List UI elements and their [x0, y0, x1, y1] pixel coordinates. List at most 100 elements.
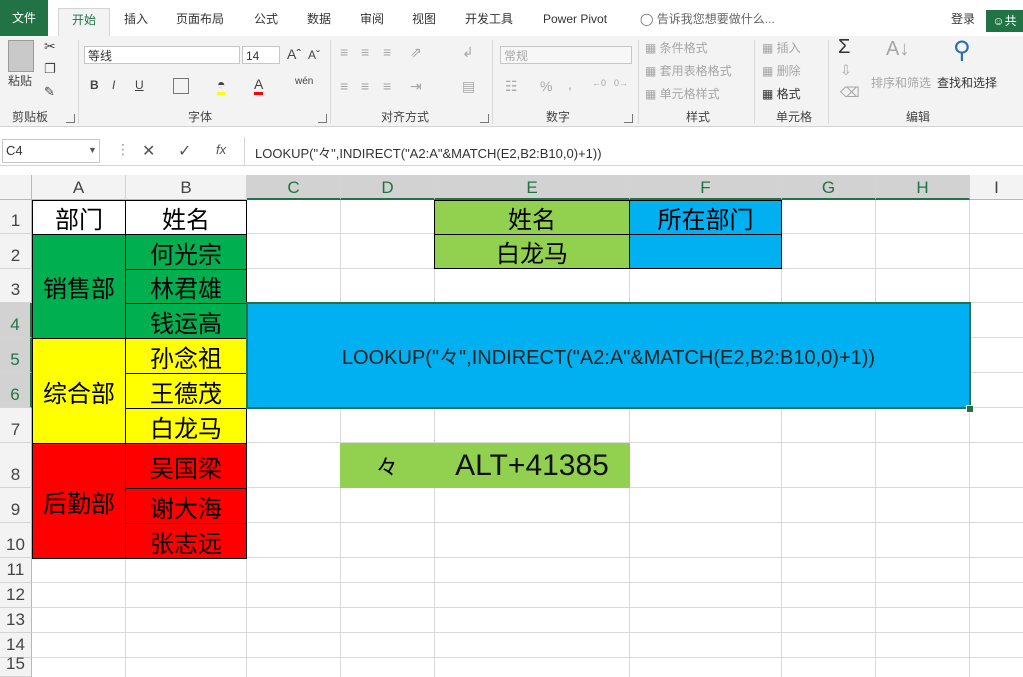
number-launcher-icon[interactable] — [624, 114, 633, 123]
align-top-icon[interactable]: ≡ — [340, 44, 348, 60]
cell-b1[interactable]: 姓名 — [125, 200, 247, 235]
italic-button[interactable]: I — [112, 78, 115, 92]
font-size-select[interactable]: 14 — [242, 46, 280, 64]
clear-icon[interactable]: ⌫ — [840, 84, 860, 101]
fill-icon[interactable]: ⇩ — [840, 62, 852, 79]
cell-e8[interactable]: ALT+41385 — [434, 443, 630, 488]
sum-icon[interactable]: Σ — [838, 36, 850, 59]
row-header-5[interactable]: 5 — [0, 338, 32, 373]
row-header-13[interactable]: 13 — [0, 608, 32, 633]
indent-icon[interactable]: ⇥ — [410, 78, 422, 95]
row-header-9[interactable]: 9 — [0, 488, 32, 523]
tab-insert[interactable]: 插入 — [124, 8, 148, 30]
insert-cells-button[interactable]: ▦ 插入 — [762, 39, 801, 56]
column-header-f[interactable]: F — [630, 175, 782, 200]
merge-center-icon[interactable]: ▤ — [462, 78, 475, 95]
tell-me-box[interactable]: ◯ 告诉我您想要做什么... — [640, 8, 775, 30]
cell-b3[interactable]: 林君雄 — [125, 269, 247, 304]
align-middle-icon[interactable]: ≡ — [361, 44, 369, 60]
tab-file[interactable]: 文件 — [0, 0, 48, 36]
align-bottom-icon[interactable]: ≡ — [383, 44, 391, 60]
cell-e1[interactable]: 姓名 — [434, 200, 630, 235]
fill-color-icon[interactable]: ◓ — [217, 76, 226, 95]
tab-review[interactable]: 审阅 — [360, 8, 384, 30]
enter-icon[interactable]: ✓ — [178, 141, 191, 161]
row-header-11[interactable]: 11 — [0, 558, 32, 583]
cell-b4[interactable]: 钱运高 — [125, 303, 247, 339]
row-header-7[interactable]: 7 — [0, 408, 32, 443]
insert-function-button[interactable]: fx — [216, 142, 226, 157]
column-header-c[interactable]: C — [247, 175, 341, 200]
shrink-font-icon[interactable]: Aˇ — [308, 48, 320, 62]
column-header-b[interactable]: B — [126, 175, 247, 200]
row-header-1[interactable]: 1 — [0, 200, 32, 234]
fill-handle[interactable] — [966, 405, 974, 413]
select-all-corner[interactable] — [0, 175, 32, 200]
cell-b8[interactable]: 吴国梁 — [125, 443, 247, 489]
alignment-launcher-icon[interactable] — [480, 114, 489, 123]
cell-c4-merged-formula[interactable]: LOOKUP("々",INDIRECT("A2:A"&MATCH(E2,B2:B… — [246, 302, 971, 409]
underline-button[interactable]: U — [135, 78, 144, 92]
cell-b5[interactable]: 孙念祖 — [125, 338, 247, 374]
cell-b9[interactable]: 谢大海 — [125, 488, 247, 524]
column-header-d[interactable]: D — [341, 175, 435, 200]
font-color-icon[interactable]: A — [254, 76, 264, 95]
share-button[interactable]: ☺共 — [986, 10, 1023, 32]
cell-b6[interactable]: 王德茂 — [125, 373, 247, 409]
align-center-icon[interactable]: ≡ — [361, 78, 369, 94]
column-header-i[interactable]: I — [970, 175, 1023, 200]
paste-button[interactable]: 粘贴 — [8, 72, 32, 89]
cell-f2[interactable] — [629, 234, 782, 269]
cell-b10[interactable]: 张志远 — [125, 523, 247, 559]
font-launcher-icon[interactable] — [318, 114, 327, 123]
worksheet-grid[interactable]: A B C D E F G H I 1 2 3 4 5 6 7 8 9 10 1… — [0, 175, 1023, 677]
tab-page-layout[interactable]: 页面布局 — [176, 8, 224, 30]
formula-input-area[interactable]: LOOKUP("々",INDIRECT("A2:A"&MATCH(E2,B2:B… — [244, 137, 1023, 165]
grow-font-icon[interactable]: Aˆ — [287, 46, 301, 62]
conditional-format-button[interactable]: ▦ 条件格式 — [645, 39, 708, 56]
cancel-icon[interactable]: ✕ — [142, 141, 155, 161]
formula-input[interactable]: LOOKUP("々",INDIRECT("A2:A"&MATCH(E2,B2:B… — [255, 143, 602, 162]
cell-styles-button[interactable]: ▦ 单元格样式 — [645, 85, 720, 102]
cut-icon[interactable]: ✂ — [44, 38, 56, 55]
row-header-12[interactable]: 12 — [0, 583, 32, 608]
format-as-table-button[interactable]: ▦ 套用表格格式 — [645, 62, 732, 79]
tab-developer[interactable]: 开发工具 — [465, 8, 513, 30]
column-header-e[interactable]: E — [435, 175, 630, 200]
tab-home[interactable]: 开始 — [58, 8, 110, 37]
cell-e2[interactable]: 白龙马 — [434, 234, 630, 269]
decrease-decimal-icon[interactable]: 0→ — [614, 78, 628, 88]
phonetic-button[interactable]: wén — [295, 76, 313, 87]
name-box-dropdown-icon[interactable]: ▼ — [88, 145, 97, 155]
cell-a1[interactable]: 部门 — [32, 200, 126, 235]
column-header-h[interactable]: H — [876, 175, 970, 200]
row-header-15[interactable]: 15 — [0, 654, 32, 677]
number-format-select[interactable]: 常规 — [500, 46, 632, 64]
cell-dept-general[interactable]: 综合部 — [32, 338, 126, 444]
name-box[interactable]: C4 — [2, 139, 100, 163]
delete-cells-button[interactable]: ▦ 删除 — [762, 62, 801, 79]
bold-button[interactable]: B — [90, 78, 99, 92]
cell-f1[interactable]: 所在部门 — [629, 200, 782, 235]
format-cells-button[interactable]: ▦ 格式 — [762, 85, 801, 102]
cell-dept-sales[interactable]: 销售部 — [32, 234, 126, 339]
row-header-8[interactable]: 8 — [0, 443, 32, 488]
row-header-10[interactable]: 10 — [0, 523, 32, 558]
cell-d8[interactable]: 々 — [340, 443, 434, 488]
column-header-g[interactable]: G — [782, 175, 876, 200]
cell-b7[interactable]: 白龙马 — [125, 408, 247, 444]
row-header-6[interactable]: 6 — [0, 373, 32, 408]
percent-button[interactable]: % — [540, 78, 552, 94]
format-painter-icon[interactable]: ✎ — [44, 84, 55, 100]
currency-icon[interactable]: ☷ — [505, 78, 518, 95]
tab-view[interactable]: 视图 — [412, 8, 436, 30]
font-name-select[interactable]: 等线 — [84, 46, 240, 64]
column-header-a[interactable]: A — [32, 175, 126, 200]
tab-data[interactable]: 数据 — [307, 8, 331, 30]
tab-power-pivot[interactable]: Power Pivot — [543, 8, 607, 30]
row-header-4[interactable]: 4 — [0, 303, 32, 338]
align-left-icon[interactable]: ≡ — [340, 78, 348, 94]
row-header-2[interactable]: 2 — [0, 234, 32, 269]
cell-dept-logistics[interactable]: 后勤部 — [32, 443, 126, 559]
wrap-text-icon[interactable]: ↲ — [462, 44, 474, 61]
